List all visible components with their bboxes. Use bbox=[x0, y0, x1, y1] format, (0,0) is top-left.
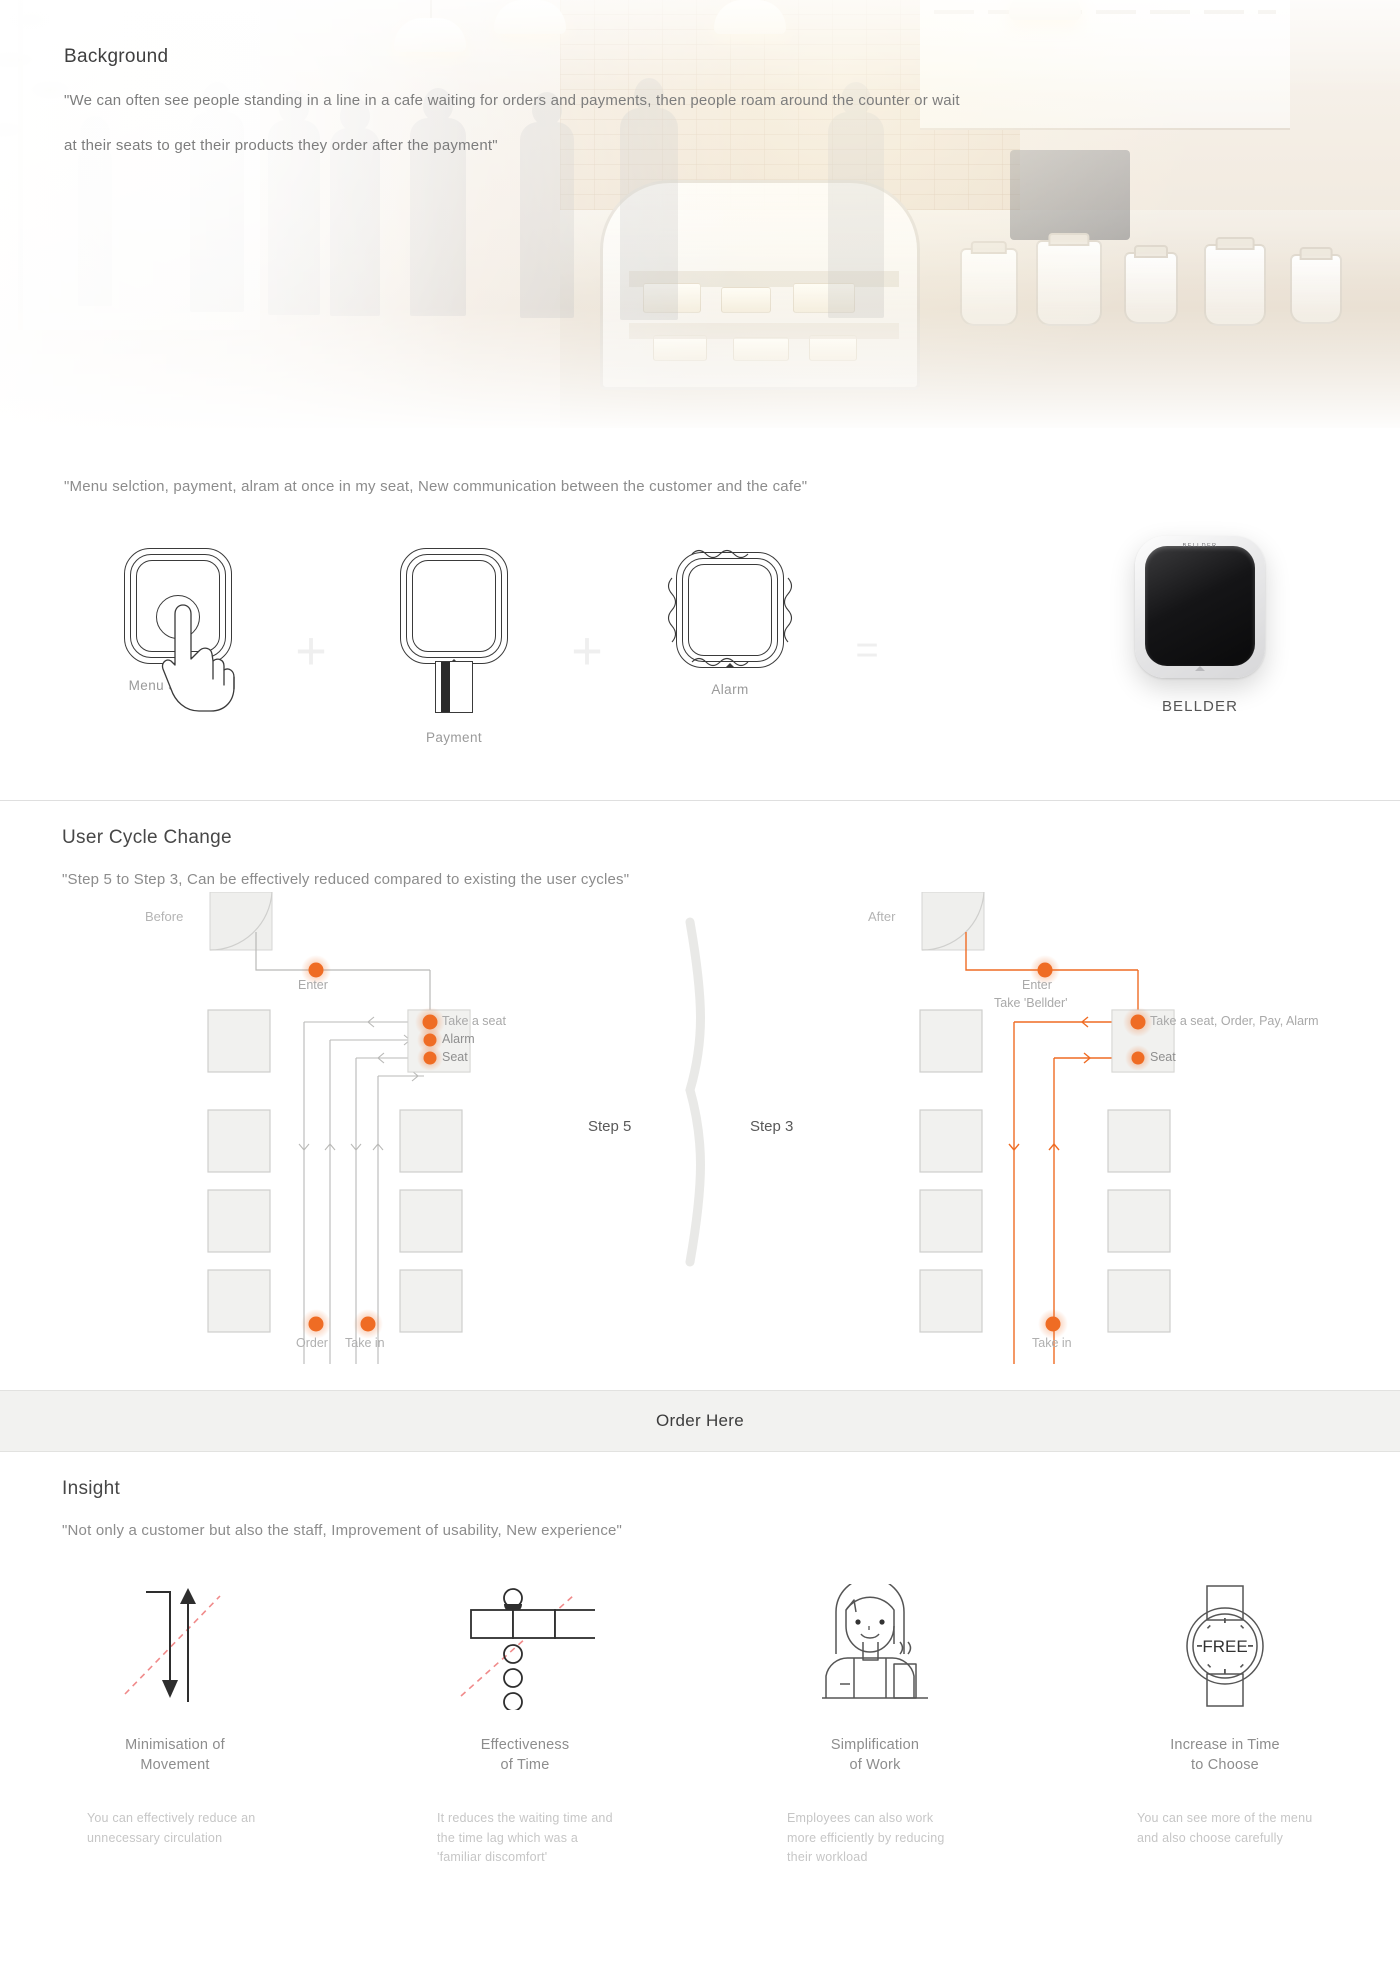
insight-card-title-line-2: to Choose bbox=[1191, 1756, 1259, 1773]
user-cycle-title: User Cycle Change bbox=[62, 827, 232, 848]
insight-card-title-line-2: of Time bbox=[500, 1756, 550, 1773]
after-node-enter-label: Enter bbox=[1022, 977, 1052, 992]
concept-operator-plus-1: + bbox=[295, 621, 327, 681]
insight-card-title: Minimisation of Movement bbox=[125, 1736, 225, 1775]
concept-operator-equals: = bbox=[855, 628, 879, 672]
concept-item-menu-selection: Menu Selection bbox=[88, 548, 268, 712]
step-3-label: Step 3 bbox=[750, 1117, 794, 1135]
concept-item-payment: Payment bbox=[364, 548, 544, 745]
insight-card-simplification-of-work: Simplification of Work Employees can als… bbox=[700, 1580, 1050, 1867]
insight-card-grid: Minimisation of Movement You can effecti… bbox=[0, 1542, 1400, 1907]
bellder-device-icon: BELLDER bbox=[1135, 536, 1265, 678]
insight-card-title: Effectiveness of Time bbox=[481, 1736, 570, 1775]
user-cycle-diagram: Before Enter Take a seat Alarm Seat Orde… bbox=[0, 891, 1400, 1390]
insight-header: Insight "Not only a customer but also th… bbox=[0, 1452, 1400, 1543]
insight-card-body: You can see more of the menu and also ch… bbox=[1137, 1811, 1313, 1845]
card-square-icon bbox=[400, 548, 508, 713]
order-here-bar: Order Here bbox=[0, 1389, 1400, 1452]
concept-item-label: BELLDER bbox=[1161, 698, 1239, 715]
hand-pointer-icon bbox=[161, 604, 235, 712]
insight-card-title-line-1: Effectiveness bbox=[480, 1737, 570, 1753]
after-node-take-in-label: Take in bbox=[1032, 1335, 1072, 1350]
insight-title: Insight bbox=[62, 1477, 121, 1499]
before-node-seat-label: Seat bbox=[442, 1049, 468, 1064]
order-here-label: Order Here bbox=[655, 1410, 745, 1430]
before-node-order-label: Order bbox=[296, 1335, 328, 1350]
concept-section: Concept "Menu selction, payment, alram a… bbox=[0, 428, 1400, 897]
device-brand-label: BELLDER bbox=[1182, 543, 1218, 549]
concept-item-bellder: BELLDER BELLDER bbox=[1110, 536, 1290, 715]
before-node-enter-label: Enter bbox=[298, 977, 328, 992]
credit-card-icon bbox=[435, 661, 473, 713]
concept-item-label: Alarm bbox=[711, 682, 749, 697]
user-cycle-section: User Cycle Change "Step 5 to Step 3, Can… bbox=[0, 801, 1400, 1452]
background-section: Background "We can often see people stan… bbox=[0, 0, 1400, 428]
portfolio-page: Background "We can often see people stan… bbox=[0, 0, 1400, 1987]
before-node-take-a-seat-label: Take a seat bbox=[442, 1013, 506, 1028]
barista-icon bbox=[822, 1584, 928, 1699]
background-quote-line-2: at their seats to get their products the… bbox=[64, 136, 498, 154]
after-node-combined-label: Take a seat, Order, Pay, Alarm bbox=[1150, 1013, 1319, 1028]
insight-card-title-line-2: of Work bbox=[849, 1756, 901, 1773]
background-title: Background bbox=[64, 46, 169, 67]
concept-item-alarm: Alarm bbox=[640, 548, 820, 697]
insight-card-title-line-2: Movement bbox=[140, 1756, 210, 1773]
insight-card-body: You can effectively reduce an unnecessar… bbox=[87, 1811, 256, 1845]
insight-card-minimisation-of-movement: Minimisation of Movement You can effecti… bbox=[0, 1580, 350, 1867]
user-cycle-header: User Cycle Change "Step 5 to Step 3, Can… bbox=[0, 801, 1400, 892]
insight-quote: "Not only a customer but also the staff,… bbox=[62, 1521, 623, 1539]
user-cycle-quote: "Step 5 to Step 3, Can be effectively re… bbox=[62, 871, 630, 888]
insight-card-title: Increase in Time to Choose bbox=[1170, 1736, 1280, 1775]
background-quote-line-1: "We can often see people standing in a l… bbox=[64, 92, 960, 109]
after-node-take-bellder-label: Take 'Bellder' bbox=[994, 995, 1068, 1010]
concept-header: Concept "Menu selction, payment, alram a… bbox=[0, 428, 1400, 897]
two-arrows-icon bbox=[124, 1588, 221, 1702]
concept-quote: "Menu selction, payment, alram at once i… bbox=[64, 478, 808, 495]
insight-card-increase-in-time-to-choose: FREE Increase in Time to Choose You can … bbox=[1050, 1580, 1400, 1867]
after-node-seat-label: Seat bbox=[1150, 1049, 1176, 1064]
insight-card-effectiveness-of-time: Effectiveness of Time It reduces the wai… bbox=[350, 1580, 700, 1867]
before-node-alarm-label: Alarm bbox=[442, 1031, 475, 1046]
concept-operator-plus-2: + bbox=[571, 621, 603, 681]
before-caption: Before bbox=[145, 908, 184, 924]
insight-card-title-line-1: Increase in Time bbox=[1170, 1737, 1280, 1753]
queue-line-icon bbox=[460, 1588, 595, 1710]
background-text-block: Background "We can often see people stan… bbox=[64, 46, 960, 157]
insight-card-title-line-1: Minimisation of bbox=[125, 1737, 225, 1753]
after-caption: After bbox=[868, 908, 896, 924]
touch-square-icon bbox=[124, 548, 235, 712]
watch-free-text: FREE bbox=[1202, 1637, 1247, 1656]
cycle-flow-svg bbox=[207, 891, 1175, 1364]
insight-card-title-line-1: Simplification bbox=[830, 1737, 920, 1753]
insight-card-body: Employees can also work more efficiently… bbox=[787, 1811, 945, 1864]
concept-equation-row: Menu Selection + Payment + bbox=[0, 536, 1400, 778]
insight-card-title: Simplification of Work bbox=[831, 1736, 919, 1775]
before-node-take-in-label: Take in bbox=[345, 1335, 385, 1350]
step-5-label: Step 5 bbox=[588, 1117, 632, 1135]
concept-item-label: Payment bbox=[425, 730, 483, 745]
insight-section: Insight "Not only a customer but also th… bbox=[0, 1451, 1400, 1908]
watch-free-icon: FREE bbox=[1186, 1585, 1264, 1707]
insight-card-body: It reduces the waiting time and the time… bbox=[437, 1811, 613, 1864]
